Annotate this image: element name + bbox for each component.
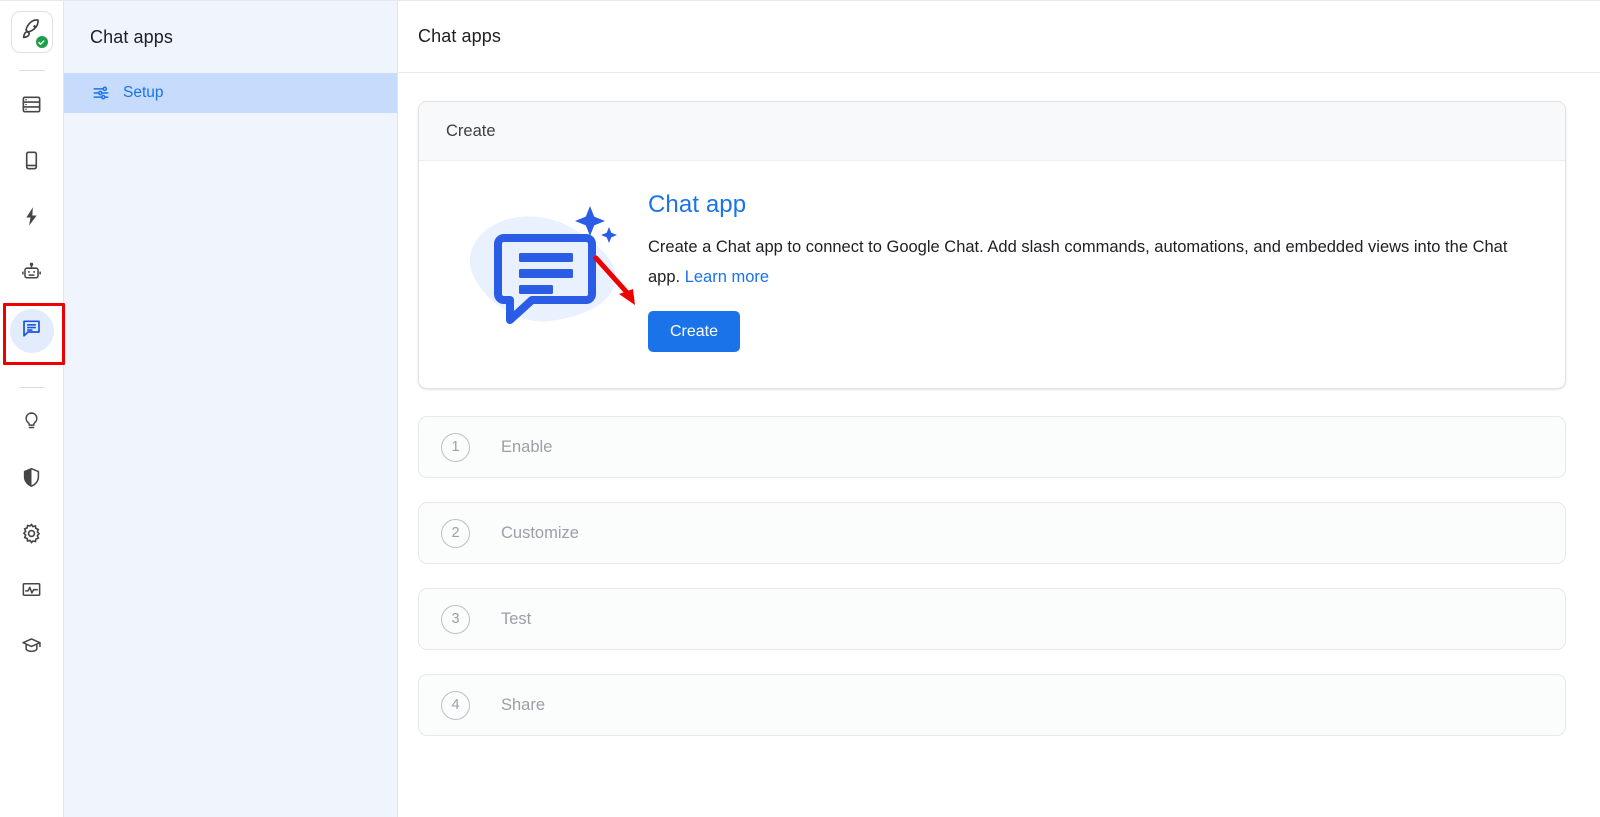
main-content: Chat apps Create [398, 1, 1600, 817]
step-number: 2 [441, 519, 470, 548]
create-button[interactable]: Create [648, 311, 740, 352]
database-icon [20, 93, 43, 121]
page-title: Chat apps [398, 1, 1600, 73]
step-row[interactable]: 4 Share [418, 674, 1566, 736]
rail-item-ideas[interactable] [10, 402, 54, 446]
create-card: Create Chat a [418, 101, 1566, 389]
create-card-body: Chat app Create a Chat app to connect to… [419, 161, 1565, 388]
mobile-device-icon [20, 149, 43, 177]
rail-item-device[interactable] [10, 141, 54, 185]
step-number: 4 [441, 691, 470, 720]
shield-icon [20, 466, 43, 494]
rail-divider-bottom [19, 387, 45, 388]
step-row[interactable]: 3 Test [418, 588, 1566, 650]
lightning-bolt-icon [20, 205, 43, 233]
step-number: 1 [441, 433, 470, 462]
learn-more-link[interactable]: Learn more [685, 268, 769, 286]
chat-app-description: Create a Chat app to connect to Google C… [648, 232, 1528, 292]
sidebar-item-setup[interactable]: Setup [64, 73, 397, 113]
create-card-header: Create [419, 102, 1565, 161]
create-card-info: Chat app Create a Chat app to connect to… [648, 187, 1528, 352]
rail-item-agents[interactable] [10, 253, 54, 297]
check-badge-icon [36, 36, 48, 48]
step-label: Test [501, 610, 531, 629]
step-label: Share [501, 696, 545, 715]
step-label: Customize [501, 524, 579, 543]
robot-icon [20, 261, 43, 289]
rocket-launch-button[interactable] [11, 11, 53, 53]
graduation-cap-icon [20, 634, 43, 662]
rail-item-settings[interactable] [10, 514, 54, 558]
lightbulb-icon [20, 410, 43, 438]
chat-app-title: Chat app [648, 191, 1528, 219]
rail-item-learning[interactable] [10, 626, 54, 670]
gear-icon [20, 522, 43, 550]
step-row[interactable]: 2 Customize [418, 502, 1566, 564]
description-text: Create a Chat app to connect to Google C… [648, 238, 1507, 286]
content-scroll-area: Create Chat a [398, 73, 1600, 817]
sidebar-title: Chat apps [64, 1, 397, 73]
rail-item-storage[interactable] [10, 85, 54, 129]
chat-bubble-illustration [443, 187, 648, 352]
step-row[interactable]: 1 Enable [418, 416, 1566, 478]
monitoring-icon [20, 578, 43, 606]
rail-item-functions[interactable] [10, 197, 54, 241]
step-label: Enable [501, 438, 552, 457]
rail-item-monitoring[interactable] [10, 570, 54, 614]
step-number: 3 [441, 605, 470, 634]
setup-steps-list: 1 Enable 2 Customize 3 Test 4 Share [418, 416, 1566, 736]
rail-item-chat-apps[interactable] [10, 309, 54, 353]
secondary-sidebar: Chat apps Setup [64, 1, 398, 817]
app-window: Chat apps Setup Chat apps Create [0, 0, 1600, 817]
rail-item-security[interactable] [10, 458, 54, 502]
tune-icon [92, 84, 110, 102]
sidebar-item-label: Setup [123, 84, 164, 102]
icon-rail [0, 1, 64, 817]
rail-divider-top [19, 70, 45, 71]
chat-bubble-icon [20, 317, 43, 345]
